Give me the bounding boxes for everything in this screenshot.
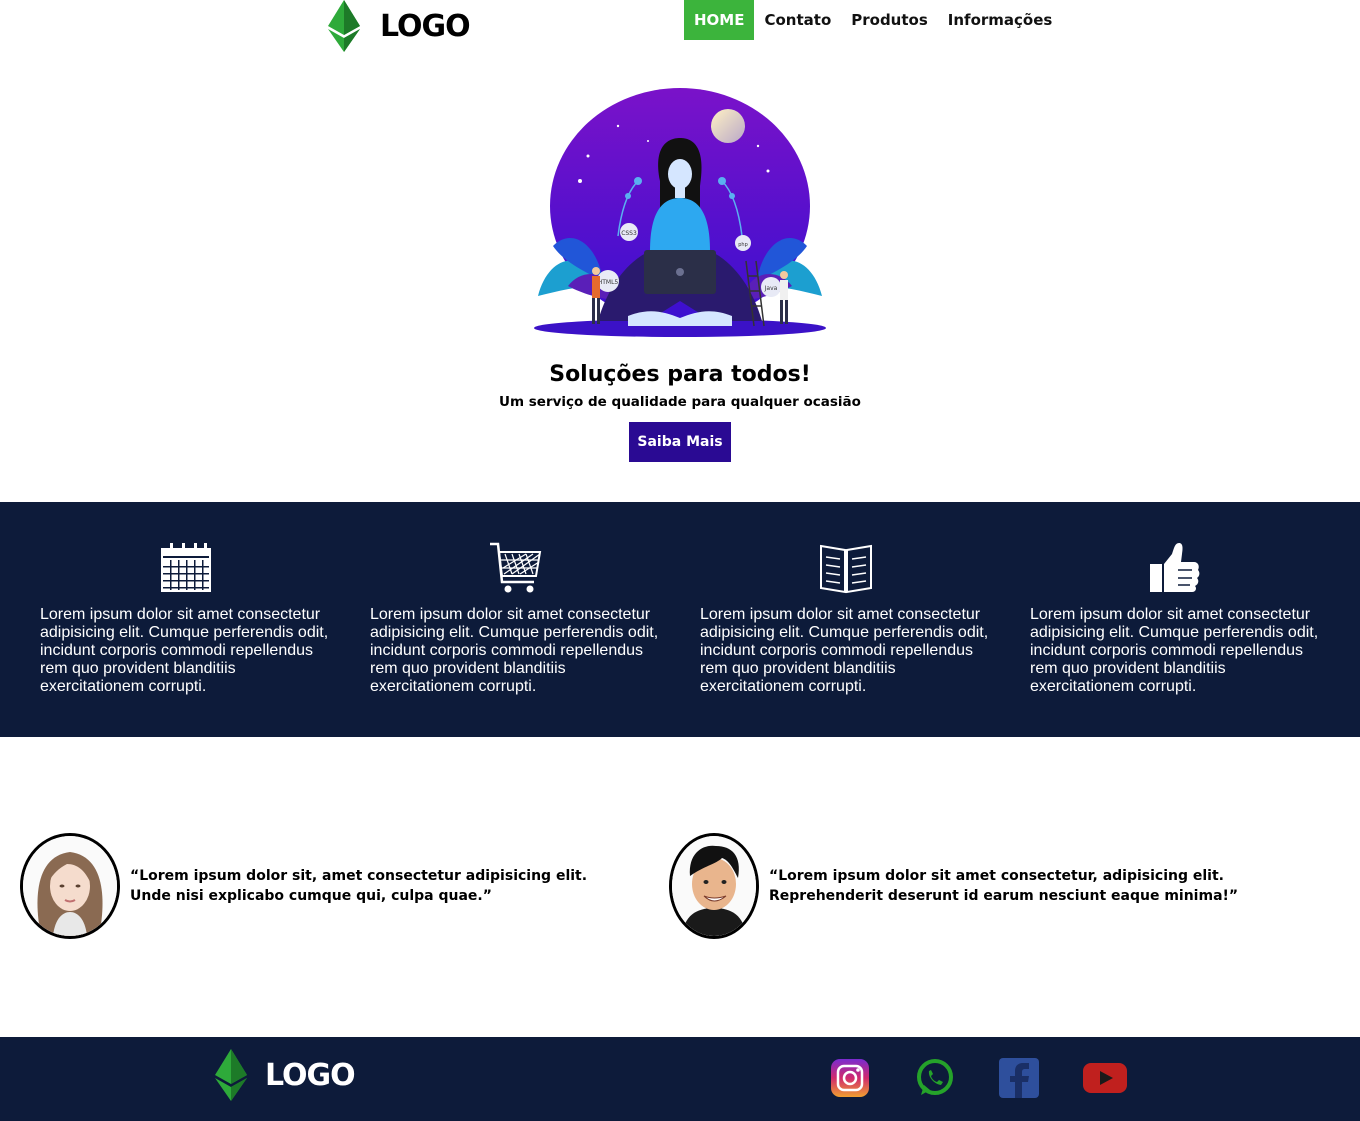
calendar-icon <box>161 543 211 592</box>
book-icon <box>820 544 872 594</box>
feature-text: Lorem ipsum dolor sit amet consectetur a… <box>1030 606 1319 695</box>
nav-produtos[interactable]: Produtos <box>841 0 938 40</box>
hero-title: Soluções para todos! <box>549 362 811 387</box>
testimonial-quote: “Lorem ipsum dolor sit, amet consectetur… <box>130 868 588 904</box>
nav-home[interactable]: HOME <box>684 0 755 40</box>
woman-avatar <box>20 833 120 939</box>
cart-icon <box>490 542 542 593</box>
main-nav: HOME Contato Produtos Informações <box>684 0 1062 40</box>
feature-text: Lorem ipsum dolor sit amet consectetur a… <box>370 606 659 695</box>
testimonial-card: “Lorem ipsum dolor sit, amet consectetur… <box>20 833 630 939</box>
badge-java: Java <box>764 285 778 292</box>
hero-subtitle: Um serviço de qualidade para qualquer oc… <box>499 394 861 410</box>
thumbs-up-icon <box>1150 543 1200 592</box>
man-avatar <box>669 833 759 939</box>
header-logo[interactable]: LOGO <box>328 0 471 52</box>
logo-text: LOGO <box>265 1057 356 1093</box>
facebook-icon[interactable] <box>998 1057 1040 1099</box>
instagram-icon[interactable] <box>829 1057 871 1099</box>
site-header: LOGO HOME Contato Produtos Informações <box>0 0 1360 52</box>
badge-php: php <box>738 242 748 248</box>
site-footer: LOGO <box>0 1037 1360 1121</box>
ethereum-logo-icon <box>328 0 360 52</box>
features-section: Lorem ipsum dolor sit amet consectetur a… <box>0 502 1360 737</box>
feature-text: Lorem ipsum dolor sit amet consectetur a… <box>40 606 329 695</box>
ethereum-logo-icon <box>215 1049 247 1101</box>
saiba-mais-button[interactable]: Saiba Mais <box>629 422 731 462</box>
testimonial-quote: “Lorem ipsum dolor sit amet consectetur,… <box>769 868 1239 904</box>
badge-html5: HTML5 <box>598 279 619 286</box>
hero-illustration: CSS3 HTML5 php Java <box>534 88 826 337</box>
footer-logo[interactable]: LOGO <box>215 1049 356 1101</box>
whatsapp-icon[interactable] <box>914 1057 956 1099</box>
nav-contato[interactable]: Contato <box>754 0 841 40</box>
nav-informacoes[interactable]: Informações <box>938 0 1063 40</box>
feature-text: Lorem ipsum dolor sit amet consectetur a… <box>700 606 989 695</box>
logo-text: LOGO <box>380 8 471 44</box>
youtube-icon[interactable] <box>1082 1057 1128 1099</box>
testimonial-card: “Lorem ipsum dolor sit amet consectetur,… <box>669 833 1329 939</box>
badge-css3: CSS3 <box>621 230 637 237</box>
